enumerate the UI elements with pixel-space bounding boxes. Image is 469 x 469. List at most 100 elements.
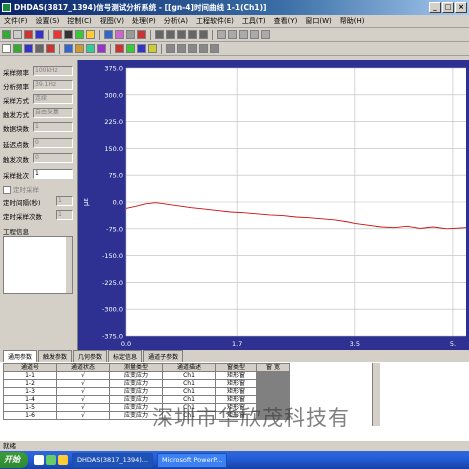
menu-help[interactable]: 帮助(H) xyxy=(336,16,369,26)
table-icon[interactable] xyxy=(35,44,44,53)
print-icon[interactable] xyxy=(250,30,259,39)
table-cell[interactable] xyxy=(256,387,290,396)
sample-batch-field[interactable]: 1 xyxy=(33,169,73,179)
channel-icon[interactable] xyxy=(64,44,73,53)
close-button[interactable]: × xyxy=(455,2,467,13)
table-cell[interactable]: 1-3 xyxy=(3,387,57,396)
table-scrollbar[interactable] xyxy=(372,363,380,426)
menu-analyze[interactable]: 分析(A) xyxy=(160,16,192,26)
wave-icon[interactable] xyxy=(137,44,146,53)
marker-icon[interactable] xyxy=(228,30,237,39)
cascade-icon[interactable] xyxy=(199,44,208,53)
table-row[interactable]: 1-2 √ 应变应力 Ch1 矩形窗 xyxy=(3,379,290,388)
table-cell[interactable]: 1-4 xyxy=(3,395,57,404)
play-icon[interactable] xyxy=(75,30,84,39)
block-count-field[interactable]: 1 xyxy=(33,122,73,132)
table-cell[interactable]: √ xyxy=(56,411,110,420)
col-header[interactable]: 通道状态 xyxy=(56,363,110,372)
tab-calibration[interactable]: 标定信息 xyxy=(108,350,143,362)
menu-window[interactable]: 窗口(W) xyxy=(301,16,335,26)
zoom-fit-icon[interactable] xyxy=(177,30,186,39)
col-header[interactable]: 测量类型 xyxy=(109,363,163,372)
menu-control[interactable]: 控制(C) xyxy=(63,16,95,26)
filter-icon[interactable] xyxy=(97,44,106,53)
zoom-y-icon[interactable] xyxy=(199,30,208,39)
tab-subchannel[interactable]: 通道子参数 xyxy=(143,350,184,362)
table-cell[interactable]: 应变应力 xyxy=(109,371,163,380)
zoom-out-icon[interactable] xyxy=(166,30,175,39)
disk-icon[interactable] xyxy=(24,44,33,53)
grid-icon[interactable] xyxy=(126,30,135,39)
ie-icon[interactable] xyxy=(34,455,44,465)
menu-file[interactable]: 文件(F) xyxy=(0,16,32,26)
table-cell[interactable]: 应变应力 xyxy=(109,387,163,396)
spectrum-icon[interactable] xyxy=(126,44,135,53)
table-cell[interactable]: √ xyxy=(56,403,110,412)
stats-icon[interactable] xyxy=(148,44,157,53)
table-cell[interactable] xyxy=(256,379,290,388)
pause-icon[interactable] xyxy=(86,30,95,39)
table-cell[interactable]: √ xyxy=(56,371,110,380)
trigger-mode-select[interactable]: 自由采集 xyxy=(33,108,73,118)
col-header[interactable]: 通道号 xyxy=(3,363,57,372)
table-cell[interactable]: √ xyxy=(56,395,110,404)
open-icon[interactable] xyxy=(13,30,22,39)
trigger-count-field[interactable]: 0 xyxy=(33,153,73,163)
tab-general[interactable]: 通用参数 xyxy=(3,350,38,362)
start-button[interactable]: 开始 xyxy=(0,452,28,468)
col-header[interactable]: 通道描述 xyxy=(162,363,216,372)
measure-icon[interactable] xyxy=(239,30,248,39)
timed-count-field[interactable]: 1 xyxy=(56,210,73,220)
doc-icon[interactable] xyxy=(2,44,11,53)
cursor-icon[interactable] xyxy=(217,30,226,39)
interval-field[interactable]: 1 xyxy=(56,196,73,206)
trigger-icon[interactable] xyxy=(46,44,55,53)
table-cell[interactable]: Ch1 xyxy=(162,379,216,388)
menu-engineering[interactable]: 工程软件(E) xyxy=(192,16,238,26)
tab-trigger[interactable]: 触发参数 xyxy=(38,350,73,362)
fft-icon[interactable] xyxy=(115,44,124,53)
table-cell[interactable]: √ xyxy=(56,379,110,388)
table-cell[interactable]: 矩形窗 xyxy=(215,387,257,396)
menu-tools[interactable]: 工具(T) xyxy=(238,16,270,26)
align-left-icon[interactable] xyxy=(166,44,175,53)
menu-view[interactable]: 视图(V) xyxy=(96,16,128,26)
table-row[interactable]: 1-3 √ 应变应力 Ch1 矩形窗 xyxy=(3,387,290,396)
window-icon[interactable] xyxy=(104,30,113,39)
sample-mode-select[interactable]: 连续 xyxy=(33,94,73,104)
table-cell[interactable]: 1-5 xyxy=(3,403,57,412)
project-info-box[interactable] xyxy=(3,236,73,294)
menu-process[interactable]: 处理(P) xyxy=(128,16,160,26)
save-icon[interactable] xyxy=(35,30,44,39)
table-cell[interactable]: 1-2 xyxy=(3,379,57,388)
stop-icon[interactable] xyxy=(64,30,73,39)
menu-settings[interactable]: 设置(S) xyxy=(32,16,64,26)
zoom-x-icon[interactable] xyxy=(188,30,197,39)
folder-icon[interactable] xyxy=(13,44,22,53)
start-icon[interactable] xyxy=(53,30,62,39)
timed-sample-checkbox[interactable]: 定时采样 xyxy=(3,184,39,194)
cross-icon[interactable] xyxy=(137,30,146,39)
menu-inspect[interactable]: 查看(Y) xyxy=(270,16,302,26)
delay-points-field[interactable]: 0 xyxy=(33,138,73,148)
table-cell[interactable]: 矩形窗 xyxy=(215,371,257,380)
table-cell[interactable]: Ch1 xyxy=(162,387,216,396)
zoom-in-icon[interactable] xyxy=(155,30,164,39)
chart-icon[interactable] xyxy=(115,30,124,39)
table-cell[interactable]: √ xyxy=(56,387,110,396)
minimize-button[interactable]: _ xyxy=(429,2,441,13)
record-icon[interactable] xyxy=(24,30,33,39)
explorer-icon[interactable] xyxy=(58,455,68,465)
balance-icon[interactable] xyxy=(75,44,84,53)
sample-rate-select[interactable]: 100kHz xyxy=(33,66,73,76)
tile-icon[interactable] xyxy=(188,44,197,53)
task-dhdas[interactable]: DHDAS(3817_1394)... xyxy=(72,452,153,468)
scrollbar[interactable] xyxy=(66,237,72,293)
export-icon[interactable] xyxy=(261,30,270,39)
desktop-icon[interactable] xyxy=(46,455,56,465)
table-cell[interactable]: Ch1 xyxy=(162,371,216,380)
table-cell[interactable]: 应变应力 xyxy=(109,379,163,388)
col-header[interactable]: 窗 宽 xyxy=(256,363,290,372)
tab-geometry[interactable]: 几何参数 xyxy=(73,350,108,362)
col-header[interactable]: 窗类型 xyxy=(215,363,257,372)
